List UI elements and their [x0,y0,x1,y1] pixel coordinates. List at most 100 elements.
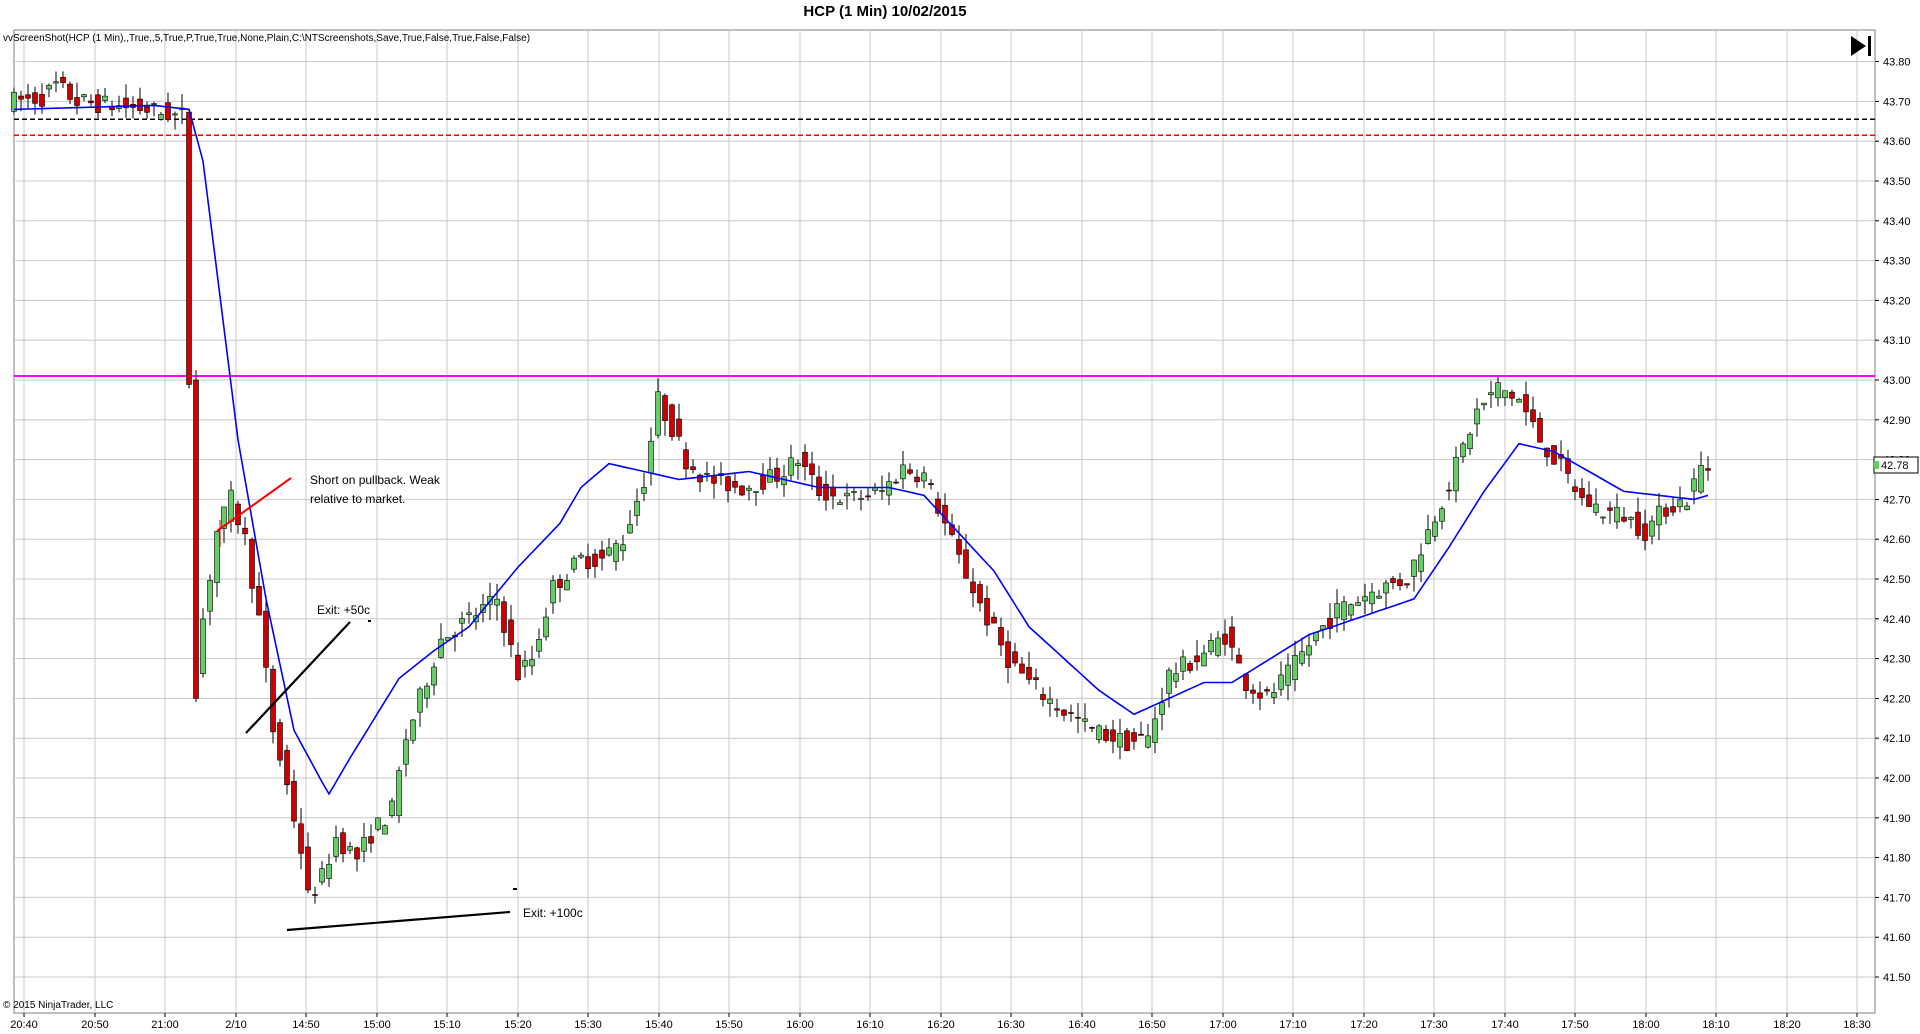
candle-body [1509,391,1515,399]
candle [438,623,444,659]
candle-body [1579,488,1585,498]
candle-body [1166,669,1172,694]
candle [1376,589,1382,599]
candle-body [1607,507,1613,511]
candle-body [1586,494,1592,507]
x-tick-label: 18:00 [1632,1019,1660,1031]
candle [172,111,178,130]
candle [1131,728,1137,750]
x-tick-label: 17:20 [1350,1019,1378,1031]
candle-body [1439,508,1445,522]
candle-body [1285,664,1291,686]
candle [1593,488,1599,516]
x-tick-label: 15:10 [433,1019,461,1031]
candle [522,650,528,678]
candle [501,596,507,647]
y-tick-label: 43.70 [1883,96,1911,108]
y-tick-label: 43.30 [1883,256,1911,268]
candle-body [1670,506,1676,513]
candle-body [1152,718,1158,743]
candle-body [865,495,871,498]
candle-body [193,379,199,699]
candle-body [543,616,549,638]
candle-body [1089,727,1095,729]
candle [1103,724,1109,743]
candle-body [1453,456,1459,492]
candle [984,585,990,636]
short-entry-red-line [216,477,292,532]
candle-body [529,659,535,667]
candle-body [753,491,759,493]
candle [1621,507,1627,523]
candle-body [144,106,150,113]
candle [662,393,668,436]
candle-body [536,638,542,652]
candle [641,472,647,502]
candle-body [956,539,962,555]
candle-body [424,685,430,699]
last-price-marker: 42.78 [1873,456,1919,474]
candle [186,111,192,389]
candle [872,482,878,495]
candle [998,617,1004,657]
candle [1152,706,1158,754]
candle [396,766,402,824]
candle-body [1474,408,1480,425]
candle-body [746,487,752,491]
candle [515,642,521,682]
candle-body [1362,596,1368,602]
candle-body [354,847,360,860]
candle-body [102,95,108,101]
candle-body [1026,666,1032,680]
candle [1509,389,1515,407]
candle [368,824,374,853]
candle-body [1068,712,1074,714]
candle [914,469,920,488]
candle [921,466,927,489]
candle [529,645,535,675]
candle-body [711,475,717,484]
candle [809,451,815,491]
candle-body [172,113,178,116]
candle [1075,702,1081,734]
candle-body [641,487,647,494]
x-tick-label: 16:30 [997,1019,1025,1031]
candle [1019,656,1025,674]
candle-body [81,94,87,98]
candle-body [1131,732,1137,742]
skip-to-end-icon[interactable] [1846,32,1874,60]
y-tick-label: 42.30 [1883,654,1911,666]
candle [354,846,360,872]
x-tick-label: 15:20 [504,1019,532,1031]
candle [711,465,717,499]
candle [1474,398,1480,437]
candle [1089,726,1095,733]
candle [137,87,143,115]
candle [837,499,843,505]
candle-body [1054,708,1060,711]
candle [298,808,304,870]
moving-average-line [13,104,1709,796]
candle-body [774,467,780,482]
candle-body [18,95,24,100]
chart-area: 43.80 43.70 43.60 43.50 43.40 43.30 43.20 43.10… [0,0,1920,1034]
candle [816,465,822,501]
candle [1572,479,1578,500]
candle-body [67,83,73,100]
x-tick-label: 16:50 [1138,1019,1166,1031]
candle-body [1551,445,1557,465]
candle [683,442,689,478]
exit1-black-line [245,621,351,734]
candle-body [1145,735,1151,748]
candle [977,580,983,612]
candle [417,686,423,727]
x-axis: 20:40 20:50 21:00 2/10 14:50 15:00 15:10 15:20 1… [10,1013,1871,1031]
candle [991,612,997,624]
candle-body [375,817,381,830]
candle-body [1635,511,1641,536]
candle [1159,687,1165,731]
candle-body [1369,591,1375,605]
candle [578,552,584,560]
candle [893,478,899,485]
candle [1208,633,1214,656]
